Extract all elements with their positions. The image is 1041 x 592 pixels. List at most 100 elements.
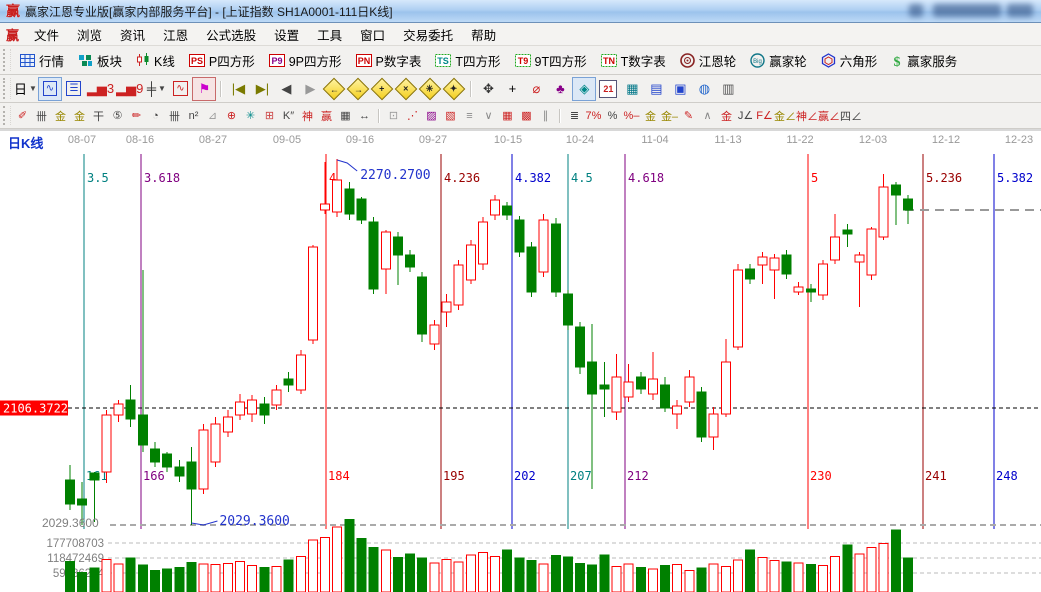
f-angle-tool[interactable]: F∠	[755, 106, 774, 126]
circle-cross-tool[interactable]: ⊕	[222, 106, 241, 126]
spiral5-tool[interactable]: ⑤	[108, 106, 127, 126]
tool-t-table[interactable]: TNT数字表	[594, 48, 673, 72]
menu-工具[interactable]: 工具	[308, 23, 351, 46]
save-button[interactable]: ▣	[669, 78, 691, 100]
gold-angle-tool[interactable]: 金∠	[774, 106, 796, 126]
volume-profile-tool[interactable]: ⚑	[193, 78, 215, 100]
percent-tool[interactable]: %	[603, 106, 622, 126]
protractor-tool[interactable]: ⊿	[203, 106, 222, 126]
menu-文件[interactable]: 文件	[25, 23, 68, 46]
diamond-expand-button[interactable]: +	[371, 78, 393, 100]
red-fanbox-tool[interactable]: ▧	[441, 106, 460, 126]
menu-交易委托[interactable]: 交易委托	[394, 23, 462, 46]
candle-style-dropdown[interactable]: ╪▼	[145, 78, 167, 100]
square-n2-tool[interactable]: n²	[184, 106, 203, 126]
crosshair-tool[interactable]: +	[501, 78, 523, 100]
stamp-tool[interactable]: ♣	[549, 78, 571, 100]
win-gauge-tool[interactable]: 赢	[317, 106, 336, 126]
go-last-button[interactable]: ▶|	[251, 78, 273, 100]
ruler-tool[interactable]: 卌	[32, 106, 51, 126]
toolbar-grip[interactable]	[3, 78, 11, 99]
tool-kline[interactable]: K线	[129, 48, 182, 72]
tool-quotes[interactable]: 行情	[13, 48, 71, 72]
red-grid2-tool[interactable]: ▩	[517, 106, 536, 126]
window-control-blur[interactable]	[909, 4, 923, 17]
period-day-dropdown[interactable]: 日▼	[14, 78, 37, 100]
star-rays-tool[interactable]: ✳	[241, 106, 260, 126]
marker-tool[interactable]: ✏	[127, 106, 146, 126]
tool-p-square[interactable]: PSP四方形	[182, 48, 262, 72]
go-first-button[interactable]: |◀	[227, 78, 249, 100]
win-angle-tool[interactable]: 赢∠	[818, 106, 840, 126]
f-gauge-tool[interactable]: 干	[89, 106, 108, 126]
kline-chart-canvas[interactable]: 08-0708-1608-2709-0509-1609-2710-1510-24…	[0, 129, 1041, 592]
gold-gauge2-tool[interactable]: 金	[70, 106, 89, 126]
menu-浏览[interactable]: 浏览	[68, 23, 111, 46]
tool-hexagon[interactable]: 六角形	[814, 48, 885, 72]
tool-9t-square[interactable]: T99T四方形	[508, 48, 594, 72]
red-fan-tool[interactable]: ⋰	[403, 106, 422, 126]
diamond-star-button[interactable]: ✳	[419, 78, 441, 100]
percent7-tool[interactable]: 7%	[584, 106, 603, 126]
box-grid-tool[interactable]: ⊡	[384, 106, 403, 126]
calculator-button[interactable]: ▦	[621, 78, 643, 100]
tool-gann-wheel[interactable]: 江恩轮	[673, 48, 744, 72]
window-control-blur[interactable]	[1007, 4, 1033, 17]
red-wave-tool[interactable]: ∿	[169, 78, 191, 100]
wave-v-tool[interactable]: ∨	[479, 106, 498, 126]
grid-123-tool[interactable]: ▦	[336, 106, 355, 126]
gold-line-tool[interactable]: 金–	[660, 106, 679, 126]
diamond-right-button[interactable]: →	[347, 78, 369, 100]
notes-button[interactable]: ▤	[645, 78, 667, 100]
menu-江恩[interactable]: 江恩	[154, 23, 197, 46]
menu-窗口[interactable]: 窗口	[351, 23, 394, 46]
step-forward-button[interactable]: ▶	[299, 78, 321, 100]
gold-red-tool[interactable]: 金	[717, 106, 736, 126]
purple-fanbox-tool[interactable]: ▨	[422, 106, 441, 126]
diamond-compress-button[interactable]: ×	[395, 78, 417, 100]
diamond-left-button[interactable]: ←	[323, 78, 345, 100]
wave-3-tool[interactable]: ▂▅3	[87, 78, 114, 100]
pencil-fan-tool[interactable]: ≡	[460, 106, 479, 126]
tool-winner-wheel[interactable]: Big赢家轮	[743, 48, 814, 72]
hand-tool[interactable]: ✥	[477, 78, 499, 100]
j-angle-tool[interactable]: J∠	[736, 106, 755, 126]
grid-box-tool[interactable]: ⊞	[260, 106, 279, 126]
window-control-blur[interactable]	[933, 4, 1001, 17]
print-button[interactable]: ▥	[717, 78, 739, 100]
brush2-tool[interactable]: ✎	[679, 106, 698, 126]
tool-t-square[interactable]: TST四方形	[428, 48, 507, 72]
toolbar-grip[interactable]	[3, 49, 11, 71]
shen-gauge-tool[interactable]: 神	[298, 106, 317, 126]
zoom-out-tool[interactable]: ⌀	[525, 78, 547, 100]
web-button[interactable]: ◍	[693, 78, 715, 100]
wave-a-tool[interactable]: ∧	[698, 106, 717, 126]
wave-9-tool[interactable]: ▂▅9	[116, 78, 143, 100]
brush-tool[interactable]: ✐	[13, 106, 32, 126]
shen-angle-tool[interactable]: 神∠	[796, 106, 818, 126]
diamond-fit-button[interactable]: ✦	[443, 78, 465, 100]
map-view-tool[interactable]: ◈	[573, 78, 595, 100]
menu-设置[interactable]: 设置	[265, 23, 308, 46]
k-mark-tool[interactable]: K″	[279, 106, 298, 126]
ruler2-tool[interactable]: 卌	[165, 106, 184, 126]
parallel-lines-tool[interactable]: ∥	[536, 106, 555, 126]
red-grid-tool[interactable]: ▦	[498, 106, 517, 126]
zigzag-tool[interactable]: ∿	[39, 78, 61, 100]
menu-帮助[interactable]: 帮助	[462, 23, 505, 46]
tool-sectors[interactable]: 板块	[71, 48, 129, 72]
menu-资讯[interactable]: 资讯	[111, 23, 154, 46]
menu-公式选股[interactable]: 公式选股	[197, 23, 265, 46]
calendar-button[interactable]: 21	[597, 78, 619, 100]
percent-line-tool[interactable]: %–	[622, 106, 641, 126]
tool-9p-square[interactable]: P99P四方形	[262, 48, 349, 72]
depth-list-tool[interactable]: ≣	[565, 106, 584, 126]
toolbar-grip[interactable]	[3, 106, 11, 125]
tool-p-table[interactable]: PNP数字表	[349, 48, 429, 72]
width-arrows-tool[interactable]: ↔	[355, 106, 374, 126]
tool-winner-service[interactable]: $赢家服务	[884, 48, 964, 72]
four-angle-tool[interactable]: 四∠	[840, 106, 862, 126]
info-panel[interactable]: ☰	[63, 78, 85, 100]
gold-circle-tool[interactable]: 金	[641, 106, 660, 126]
gold-gauge-tool[interactable]: 金	[51, 106, 70, 126]
